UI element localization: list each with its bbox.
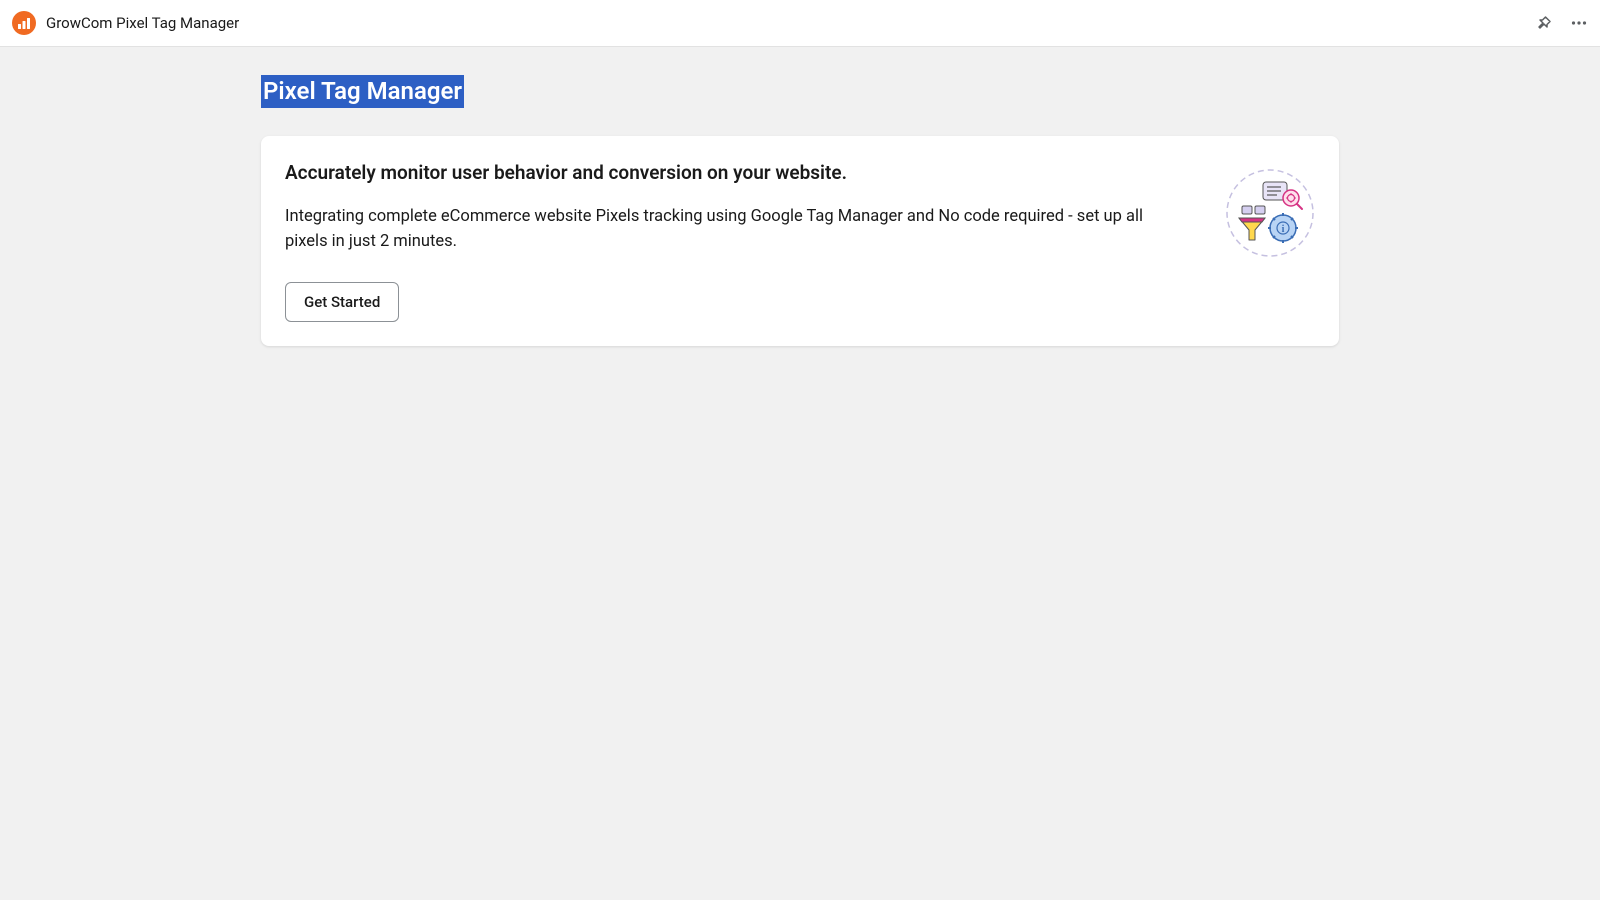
analytics-illustration-icon: i	[1225, 168, 1315, 258]
app-icon	[12, 11, 36, 35]
card-text-section: Accurately monitor user behavior and con…	[285, 160, 1185, 322]
card-description: Integrating complete eCommerce website P…	[285, 205, 1185, 255]
pin-icon[interactable]	[1536, 15, 1552, 31]
intro-card: Accurately monitor user behavior and con…	[261, 136, 1339, 346]
topbar: GrowCom Pixel Tag Manager	[0, 0, 1600, 47]
chart-bars-icon	[16, 15, 32, 31]
page-title: Pixel Tag Manager	[261, 75, 464, 108]
app-title: GrowCom Pixel Tag Manager	[46, 14, 239, 32]
get-started-button[interactable]: Get Started	[285, 282, 399, 322]
svg-text:i: i	[1282, 224, 1285, 235]
topbar-right	[1536, 14, 1588, 32]
content-inner: Pixel Tag Manager Accurately monitor use…	[261, 75, 1339, 346]
card-heading: Accurately monitor user behavior and con…	[285, 160, 1185, 187]
topbar-left: GrowCom Pixel Tag Manager	[12, 11, 239, 35]
card-illustration: i	[1225, 168, 1315, 258]
content-area: Pixel Tag Manager Accurately monitor use…	[0, 47, 1600, 346]
more-icon[interactable]	[1570, 14, 1588, 32]
